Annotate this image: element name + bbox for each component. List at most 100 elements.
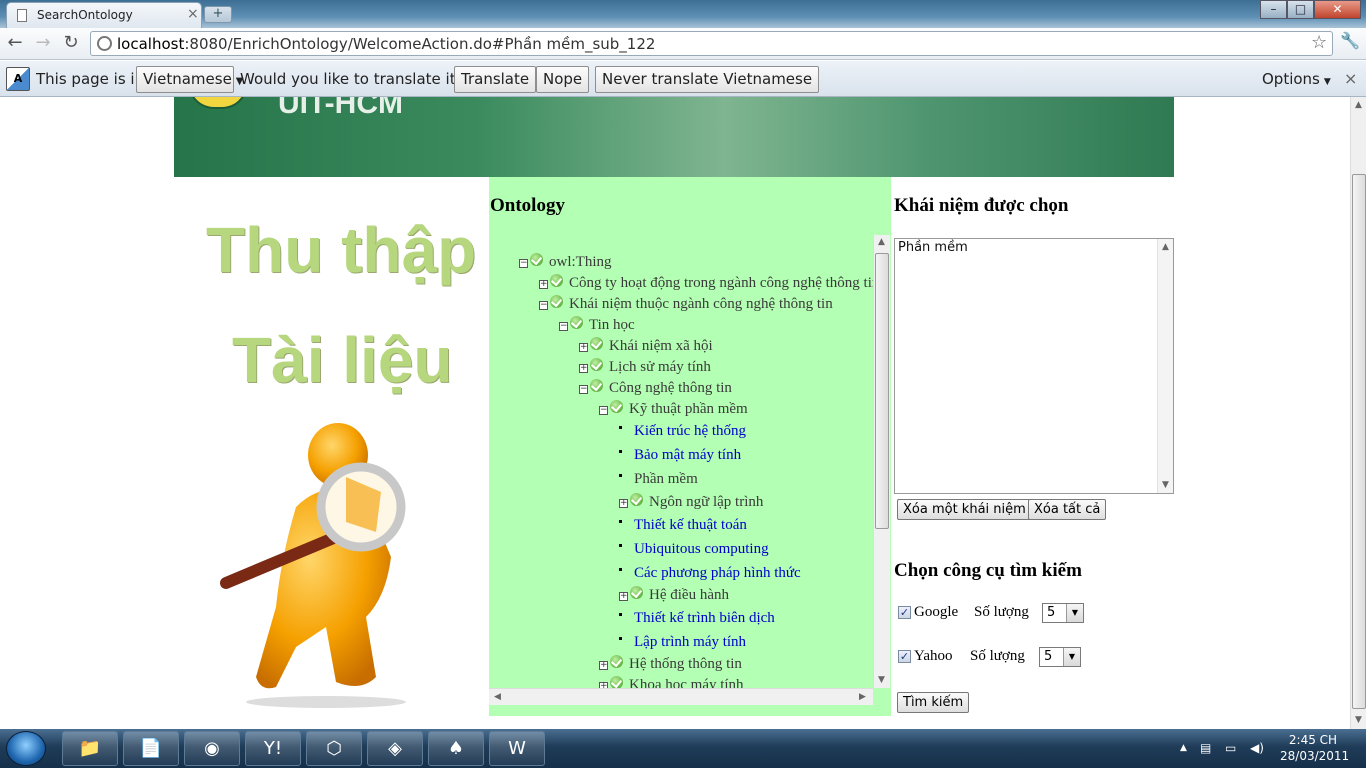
network-icon[interactable]: ▤ xyxy=(1200,741,1211,755)
virtualbox-icon[interactable]: ⬡ xyxy=(306,731,362,766)
tree-node[interactable]: Lập trình máy tính xyxy=(619,634,746,651)
textarea-scrollbar[interactable]: ▲ ▼ xyxy=(1157,239,1173,493)
tree-node[interactable]: Kiến trúc hệ thống xyxy=(619,423,746,440)
remove-one-button[interactable]: Xóa một khái niệm xyxy=(897,499,1032,520)
yahoo-qty-value: 5 xyxy=(1044,649,1053,664)
tree-node-label: owl:Thing xyxy=(549,254,612,270)
solitaire-icon[interactable]: ♠ xyxy=(428,731,484,766)
reload-icon[interactable]: ↻ xyxy=(60,32,82,54)
address-bar[interactable]: localhost:8080/EnrichOntology/WelcomeAct… xyxy=(90,31,1333,56)
tree-node-label: Phần mềm xyxy=(634,471,698,487)
url-text[interactable]: localhost:8080/EnrichOntology/WelcomeAct… xyxy=(117,35,655,53)
expand-icon[interactable]: + xyxy=(539,280,548,289)
back-icon[interactable]: ← xyxy=(4,32,26,54)
tab-searchontology[interactable]: SearchOntology × xyxy=(6,2,202,28)
check-icon xyxy=(590,379,603,392)
tree-node[interactable]: − Kỹ thuật phần mềm xyxy=(599,400,748,418)
volume-icon[interactable]: ◀) xyxy=(1250,741,1264,755)
tab-close-icon[interactable]: × xyxy=(187,6,199,22)
scrollbar-thumb[interactable] xyxy=(875,253,889,529)
google-qty-select[interactable]: 5 ▼ xyxy=(1042,603,1084,623)
expand-icon[interactable]: + xyxy=(619,592,628,601)
scroll-down-icon[interactable]: ▼ xyxy=(1355,715,1362,725)
translate-question: Would you like to translate it? xyxy=(240,70,464,88)
minimize-button[interactable]: – xyxy=(1260,0,1287,19)
forward-icon[interactable]: → xyxy=(32,32,54,54)
tree-node[interactable]: + Công ty hoạt động trong ngành công nghệ… xyxy=(539,274,873,292)
google-checkbox[interactable]: ✓ xyxy=(898,606,911,619)
tree-node[interactable]: Ubiquitous computing xyxy=(619,541,769,558)
tree-node[interactable]: Phần mềm xyxy=(619,471,698,488)
options-menu[interactable]: Options ▼ xyxy=(1262,70,1331,88)
bullet-icon xyxy=(619,568,622,571)
scroll-down-icon[interactable]: ▼ xyxy=(1162,480,1169,490)
system-clock[interactable]: 2:45 CH 28/03/2011 xyxy=(1280,732,1349,764)
tree-node[interactable]: + Ngôn ngữ lập trình xyxy=(619,493,763,511)
expand-icon[interactable]: + xyxy=(599,661,608,670)
ontology-heading: Ontology xyxy=(490,195,565,216)
never-translate-button[interactable]: Never translate Vietnamese xyxy=(595,66,820,93)
close-window-button[interactable]: ✕ xyxy=(1314,0,1361,19)
close-infobar-icon[interactable]: × xyxy=(1344,69,1357,88)
yahoo-checkbox[interactable]: ✓ xyxy=(898,650,911,663)
notepad-icon[interactable]: 📄 xyxy=(123,731,179,766)
collapse-icon[interactable]: − xyxy=(519,259,528,268)
wrench-icon[interactable]: 🔧 xyxy=(1340,31,1360,50)
maximize-button[interactable]: □ xyxy=(1287,0,1314,19)
scroll-up-icon[interactable]: ▲ xyxy=(878,237,885,247)
new-tab-button[interactable]: + xyxy=(204,6,232,23)
explorer-icon[interactable]: 📁 xyxy=(62,731,118,766)
tree-node[interactable]: − Khái niệm thuộc ngành công nghệ thông t… xyxy=(539,295,833,313)
scroll-up-icon[interactable]: ▲ xyxy=(1162,242,1169,252)
tree-node-label: Thiết kế thuật toán xyxy=(634,517,747,533)
chrome-icon[interactable]: ◉ xyxy=(184,731,240,766)
tree-node[interactable]: Thiết kế trình biên dịch xyxy=(619,610,775,627)
translate-button[interactable]: Translate xyxy=(454,66,537,93)
tree-node[interactable]: + Hệ thống thông tin xyxy=(599,655,742,673)
yahoo-qty-select[interactable]: 5 ▼ xyxy=(1039,647,1081,667)
collapse-icon[interactable]: − xyxy=(539,301,548,310)
selected-concepts-textarea[interactable]: Phần mềm ▲ ▼ xyxy=(894,238,1174,494)
tree-node[interactable]: − Tin học xyxy=(559,316,635,334)
collapse-icon[interactable]: − xyxy=(579,385,588,394)
tray-expand-icon[interactable]: ▲ xyxy=(1180,743,1187,753)
language-value: Vietnamese xyxy=(143,70,232,88)
page-scrollbar-thumb[interactable] xyxy=(1352,174,1366,709)
tree-node[interactable]: + Khái niệm xã hội xyxy=(579,337,713,355)
collapse-icon[interactable]: − xyxy=(559,322,568,331)
scroll-up-icon[interactable]: ▲ xyxy=(1355,100,1362,110)
game-icon[interactable]: ◈ xyxy=(367,731,423,766)
expand-icon[interactable]: + xyxy=(579,343,588,352)
google-qty-label: Số lượng xyxy=(974,604,1029,620)
nope-button[interactable]: Nope xyxy=(536,66,590,93)
collapse-icon[interactable]: − xyxy=(599,406,608,415)
search-button[interactable]: Tìm kiếm xyxy=(897,692,970,713)
tree-node[interactable]: Các phương pháp hình thức xyxy=(619,565,801,582)
tree-node[interactable]: + Lịch sử máy tính xyxy=(579,358,711,376)
ontology-tree[interactable]: − owl:Thing + Công ty hoạt động trong ngành… xyxy=(489,235,873,690)
scroll-down-icon[interactable]: ▼ xyxy=(878,675,885,685)
bullet-icon xyxy=(619,450,622,453)
tree-node-label: Bảo mật máy tính xyxy=(634,447,742,463)
tree-node[interactable]: Thiết kế thuật toán xyxy=(619,517,747,534)
tree-node[interactable]: + Hệ điều hành xyxy=(619,586,729,604)
bullet-icon xyxy=(619,474,622,477)
start-button[interactable] xyxy=(6,731,46,766)
remove-all-button[interactable]: Xóa tất cả xyxy=(1028,499,1107,520)
word-icon[interactable]: W xyxy=(489,731,545,766)
translate-prefix: This page is in xyxy=(36,70,145,88)
language-select[interactable]: Vietnamese ▼ xyxy=(136,66,244,93)
tree-node[interactable]: − owl:Thing xyxy=(519,253,612,271)
bookmark-star-icon[interactable]: ☆ xyxy=(1311,32,1327,53)
scroll-right-icon[interactable]: ▶ xyxy=(859,692,866,702)
tree-vertical-scrollbar[interactable]: ▲ ▼ xyxy=(873,235,890,688)
scroll-left-icon[interactable]: ◀ xyxy=(494,692,501,702)
expand-icon[interactable]: + xyxy=(619,499,628,508)
yahoo-messenger-icon[interactable]: Y! xyxy=(245,731,301,766)
tree-horizontal-scrollbar[interactable]: ◀ ▶ xyxy=(489,688,873,705)
monitor-icon[interactable]: ▭ xyxy=(1225,741,1236,755)
tree-node[interactable]: Bảo mật máy tính xyxy=(619,447,741,464)
expand-icon[interactable]: + xyxy=(579,364,588,373)
page-vertical-scrollbar[interactable]: ▲ ▼ xyxy=(1350,97,1366,729)
tree-node[interactable]: − Công nghệ thông tin xyxy=(579,379,732,397)
